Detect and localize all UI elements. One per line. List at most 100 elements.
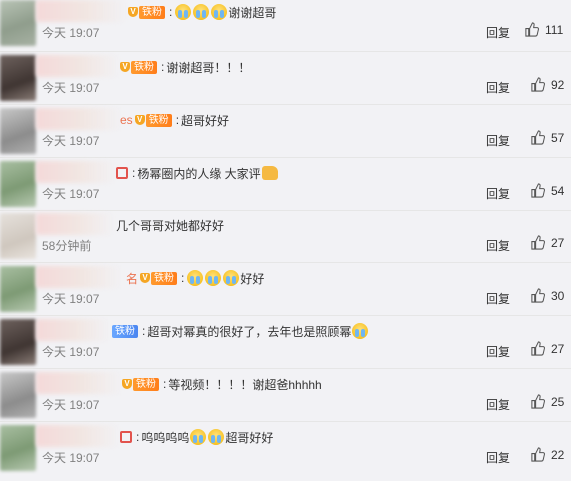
comment-text: 超哥好好 (181, 113, 230, 128)
crying-face-emoji (223, 270, 240, 286)
avatar[interactable] (0, 0, 36, 46)
crying-face-emoji (211, 4, 228, 20)
comment-item: V 铁粉 : 谢谢超哥 今天 19:07 回复 111 (0, 0, 571, 53)
avatar[interactable] (0, 161, 36, 207)
fan-badge[interactable]: V 铁粉 (120, 60, 157, 74)
fan-badge-label: 铁粉 (133, 377, 159, 391)
thumbs-up-emoji (261, 166, 278, 180)
reply-button[interactable]: 回复 (486, 449, 510, 466)
blurred-username[interactable] (36, 213, 114, 235)
crying-face-emoji (208, 429, 225, 445)
blurred-username[interactable] (36, 0, 128, 22)
reply-button[interactable]: 回复 (486, 79, 510, 96)
like-button[interactable]: 27 (530, 341, 564, 356)
thumbs-up-icon (531, 447, 545, 462)
thumbs-up-icon (531, 130, 545, 145)
like-count: 22 (551, 447, 565, 462)
reply-button[interactable]: 回复 (486, 396, 510, 413)
comment-time: 今天 19:07 (42, 451, 100, 465)
reply-button[interactable]: 回复 (486, 132, 510, 149)
comment-text: 几个哥哥对她都好好 (116, 218, 225, 233)
fan-badge[interactable]: V 铁粉 (140, 271, 178, 285)
thumbs-up-icon (531, 394, 545, 409)
like-count: 54 (551, 183, 565, 198)
username-tail[interactable]: es (120, 113, 133, 127)
like-button[interactable]: 54 (530, 183, 564, 198)
crown-icon: V (120, 62, 130, 72)
blurred-username[interactable] (36, 266, 122, 288)
like-button[interactable]: 27 (530, 235, 564, 250)
reply-button[interactable]: 回复 (486, 290, 510, 307)
comment-content: V 铁粉 : 等视频！！！！谢超爸hhhhh (122, 375, 322, 393)
blurred-username[interactable] (36, 319, 110, 341)
like-count: 92 (551, 77, 565, 92)
blurred-username[interactable] (36, 55, 120, 77)
thumbs-up-icon (531, 341, 545, 356)
reply-button[interactable]: 回复 (486, 24, 510, 41)
comment-content: V 铁粉 : 谢谢超哥 (128, 3, 276, 21)
divider (0, 157, 571, 158)
comment-content: V 铁粉 : 谢谢超哥！！！ (120, 58, 250, 76)
like-button[interactable]: 25 (530, 394, 564, 409)
comment-content: : 呜呜呜呜 超哥好好 (120, 428, 273, 446)
comment-item: : 呜呜呜呜 超哥好好 今天 19:07 回复 22 (0, 425, 571, 478)
comment-content: : 杨幂圈内的人缘 大家评 (116, 164, 278, 182)
divider (0, 210, 571, 211)
crying-face-emoji (193, 4, 210, 20)
reply-button[interactable]: 回复 (486, 185, 510, 202)
comment-time: 今天 19:07 (42, 134, 100, 148)
comment-item: 名 V 铁粉 : 好好 今天 19:07 回复 30 (0, 266, 571, 319)
comment-time: 今天 19:07 (42, 81, 100, 95)
comment-item: V 铁粉 : 谢谢超哥！！！ 今天 19:07 回复 92 (0, 55, 571, 108)
like-button[interactable]: 30 (530, 288, 564, 303)
comment-item: 铁粉 : 超哥对幂真的很好了，去年也是照顾幂 今天 19:07 回复 27 (0, 319, 571, 372)
avatar[interactable] (0, 319, 36, 365)
thumbs-up-icon (531, 235, 545, 250)
fan-badge-label: 铁粉 (139, 5, 165, 19)
like-button[interactable]: 92 (530, 77, 564, 92)
medal-icon[interactable] (120, 431, 132, 443)
comment-item: 几个哥哥对她都好好 58分钟前 回复 27 (0, 213, 571, 266)
blurred-username[interactable] (36, 108, 122, 130)
blurred-username[interactable] (36, 372, 122, 394)
divider (0, 368, 571, 369)
comment-text: 谢谢超哥 (228, 5, 277, 20)
fan-badge-label: 铁粉 (112, 324, 138, 338)
comment-item: es V 铁粉 : 超哥好好 今天 19:07 回复 57 (0, 108, 571, 161)
avatar[interactable] (0, 213, 36, 259)
fan-badge[interactable]: V 铁粉 (128, 5, 165, 19)
avatar[interactable] (0, 108, 36, 154)
like-count: 27 (551, 341, 565, 356)
reply-button[interactable]: 回复 (486, 343, 510, 360)
divider (0, 51, 571, 52)
blurred-username[interactable] (36, 425, 120, 447)
avatar[interactable] (0, 55, 36, 101)
thumbs-up-icon (525, 22, 539, 37)
blurred-username[interactable] (36, 161, 116, 183)
comment-text: 好好 (240, 271, 265, 286)
crown-icon: V (134, 115, 145, 125)
fan-badge-label: 铁粉 (131, 60, 157, 74)
comment-content: 几个哥哥对她都好好 (116, 216, 224, 234)
fan-badge[interactable]: V 铁粉 (122, 377, 159, 391)
username-tail[interactable]: 名 (126, 270, 138, 287)
like-button[interactable]: 57 (530, 130, 564, 145)
avatar[interactable] (0, 266, 36, 312)
crying-face-emoji (205, 270, 222, 286)
like-button[interactable]: 111 (524, 22, 563, 37)
divider (0, 104, 571, 105)
comment-text: 呜呜呜呜 (141, 430, 190, 445)
avatar[interactable] (0, 425, 36, 471)
comment-time: 58分钟前 (42, 239, 92, 253)
comment-time: 今天 19:07 (42, 26, 100, 40)
like-button[interactable]: 22 (530, 447, 564, 462)
reply-button[interactable]: 回复 (486, 237, 510, 254)
crying-face-emoji (187, 270, 204, 286)
divider (0, 262, 571, 263)
comment-text: 等视频！！！！谢超爸hhhhh (168, 377, 322, 392)
fan-badge[interactable]: V 铁粉 (134, 113, 172, 127)
fan-badge[interactable]: 铁粉 (112, 324, 138, 338)
medal-icon[interactable] (116, 167, 128, 179)
avatar[interactable] (0, 372, 36, 418)
like-count: 57 (551, 130, 565, 145)
